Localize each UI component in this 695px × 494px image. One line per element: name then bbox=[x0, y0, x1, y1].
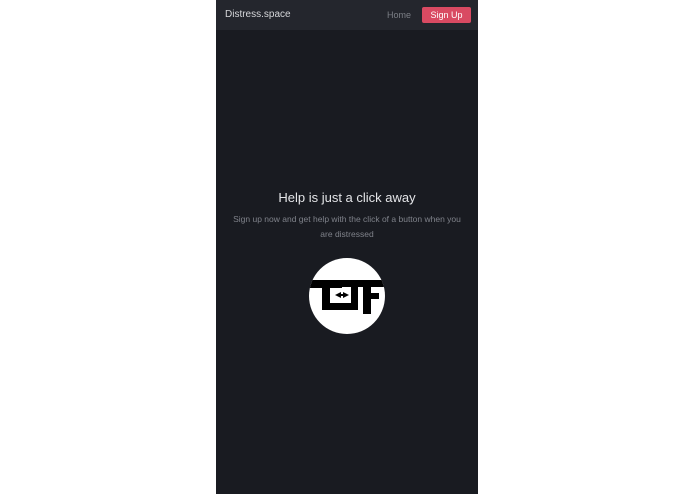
tef-logo-icon bbox=[309, 258, 385, 334]
brand-link[interactable]: Distress.space bbox=[225, 9, 291, 21]
signup-button[interactable]: Sign Up bbox=[422, 7, 471, 23]
top-navbar: Distress.space Home Sign Up bbox=[216, 0, 478, 30]
hero-headline: Help is just a click away bbox=[278, 190, 416, 205]
app-frame: Distress.space Home Sign Up Help is just… bbox=[216, 0, 478, 494]
nav-home-link[interactable]: Home bbox=[387, 10, 411, 21]
hero-subtext: Sign up now and get help with the click … bbox=[233, 214, 461, 239]
